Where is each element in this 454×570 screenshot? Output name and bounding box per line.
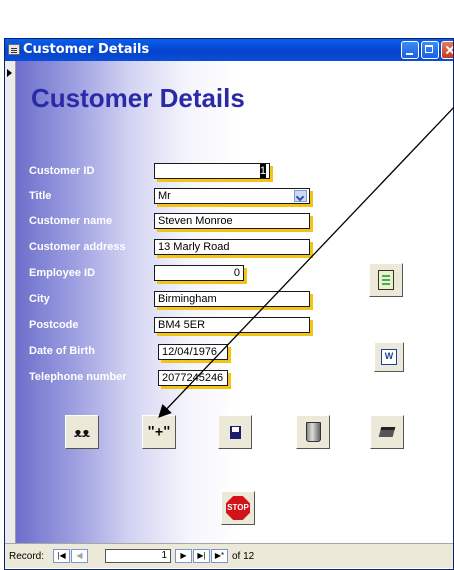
telephone-field[interactable]: 2077245246 [158, 370, 228, 386]
maximize-button[interactable] [421, 41, 439, 59]
title-select[interactable]: Mr [154, 188, 310, 204]
printer-icon [378, 427, 396, 437]
last-record-button[interactable]: ▶| [193, 549, 210, 563]
employee-id-label: Employee ID [29, 267, 96, 279]
current-record-input[interactable]: 1 [105, 549, 171, 563]
title-label: Title [29, 190, 52, 202]
record-navigation-bar: Record: |◀ ◀ 1 ▶ ▶| ▶* of 12 [5, 543, 453, 568]
previous-record-button[interactable]: ◀ [71, 549, 88, 563]
customer-id-value: 1 [259, 164, 266, 178]
minimize-button[interactable] [401, 41, 419, 59]
new-blank-record-button[interactable]: ▶* [211, 549, 228, 563]
city-field[interactable]: Birmingham [154, 291, 310, 307]
notebook-icon [378, 270, 394, 290]
title-bar[interactable]: Customer Details [5, 39, 453, 61]
delete-record-button[interactable] [296, 415, 330, 449]
chevron-down-icon[interactable] [294, 190, 307, 202]
customer-id-field[interactable]: 1 [154, 163, 270, 179]
date-of-birth-field[interactable]: 12/04/1976 [158, 344, 228, 360]
customer-address-field[interactable]: 13 Marly Road [154, 239, 310, 255]
customer-address-label: Customer address [29, 241, 126, 253]
customer-name-field[interactable]: Steven Monroe [154, 213, 310, 229]
word-export-button[interactable]: W [374, 342, 404, 372]
binoculars-icon: ᴥᴥ [74, 424, 90, 440]
new-record-button[interactable]: "+" [142, 415, 176, 449]
save-icon [229, 425, 241, 439]
print-record-button[interactable] [370, 415, 404, 449]
word-icon: W [381, 349, 397, 365]
customer-details-window: Customer Details Customer Details Custom… [4, 38, 454, 570]
next-record-button[interactable]: ▶ [175, 549, 192, 563]
postcode-field[interactable]: BM4 5ER [154, 317, 310, 333]
record-selector[interactable] [5, 61, 16, 543]
form-body: Customer Details Customer ID 1 Title Mr … [16, 61, 453, 543]
title-value: Mr [158, 190, 171, 202]
customer-name-label: Customer name [29, 215, 113, 227]
current-record-arrow-icon [7, 69, 12, 77]
add-icon: "+" [147, 424, 171, 440]
trash-icon [305, 422, 321, 442]
record-count: of 12 [232, 551, 255, 562]
form-heading: Customer Details [31, 83, 245, 113]
save-record-button[interactable] [218, 415, 252, 449]
postcode-label: Postcode [29, 319, 79, 331]
find-record-button[interactable]: ᴥᴥ [65, 415, 99, 449]
city-label: City [29, 293, 50, 305]
notebook-button[interactable] [369, 263, 403, 297]
stop-icon: STOP [226, 496, 250, 520]
first-record-button[interactable]: |◀ [53, 549, 70, 563]
record-label: Record: [9, 551, 45, 562]
close-form-button[interactable]: STOP [221, 491, 255, 525]
employee-id-field[interactable]: 0 [154, 265, 244, 281]
form-icon[interactable] [8, 44, 20, 55]
customer-id-label: Customer ID [29, 165, 95, 177]
date-of-birth-label: Date of Birth [29, 345, 95, 357]
close-button[interactable] [441, 41, 453, 59]
telephone-label: Telephone number [29, 371, 127, 383]
window-title: Customer Details [23, 42, 150, 57]
